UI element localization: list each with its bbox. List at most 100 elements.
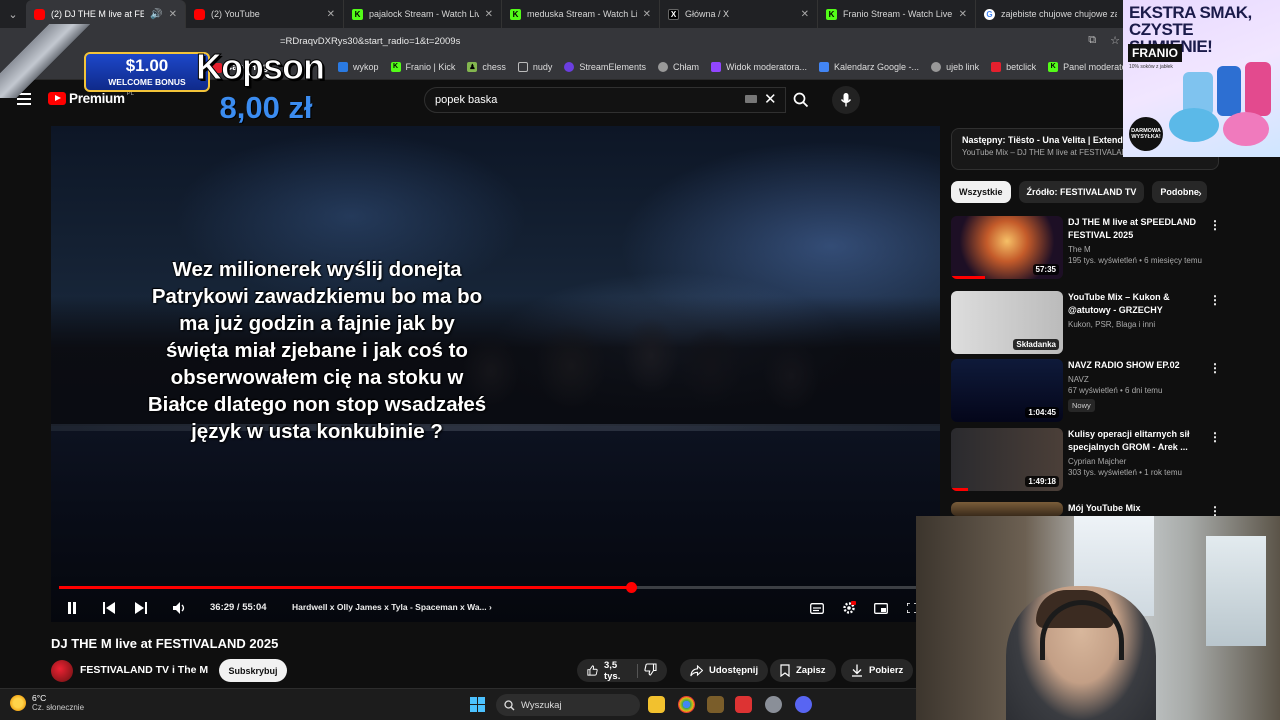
app-icon[interactable] (735, 696, 752, 713)
previous-icon (103, 602, 115, 614)
close-icon[interactable]: ✕ (959, 9, 967, 20)
close-icon[interactable]: ✕ (643, 9, 651, 20)
video-item-channel[interactable]: NAVZ (1068, 375, 1208, 384)
pause-button[interactable] (65, 600, 79, 616)
bookmark-item[interactable]: ♟ chess (467, 61, 506, 72)
video-item-channel[interactable]: Kukon, PSR, Blaga i inni (1068, 320, 1208, 329)
kick-icon: K (510, 8, 521, 20)
more-options-icon[interactable]: ⋮ (1209, 218, 1221, 232)
video-player[interactable]: Wez milionerek wyślij donejta Patrykowi … (51, 126, 940, 622)
progress-bar[interactable] (59, 582, 927, 593)
search-button[interactable] (786, 87, 816, 113)
bookmark-item[interactable]: betclick (991, 61, 1036, 72)
dislike-button[interactable] (644, 662, 657, 679)
bookmark-item[interactable]: Kalendarz Google -... (819, 61, 919, 72)
bookmark-item[interactable]: Widok moderatora... (710, 61, 807, 72)
file-explorer-icon[interactable] (648, 696, 665, 713)
cast-icon[interactable]: ⧉ (1088, 34, 1096, 47)
chevron-right-icon[interactable]: › (1198, 188, 1202, 200)
tab-label: (2) YouTube (211, 9, 260, 19)
clear-search-icon[interactable]: ✕ (764, 90, 777, 108)
previous-button[interactable] (102, 600, 116, 616)
close-icon[interactable]: ✕ (327, 9, 335, 20)
video-item-title[interactable]: DJ THE M live at SPEEDLAND FESTIVAL 2025 (1068, 216, 1208, 242)
ad-product (1169, 108, 1219, 142)
video-thumbnail[interactable]: Składanka (951, 291, 1063, 354)
voice-search-button[interactable] (832, 86, 860, 114)
video-item-channel[interactable]: The M (1068, 245, 1208, 254)
download-button[interactable]: Pobierz (841, 659, 914, 682)
next-button[interactable] (134, 600, 148, 616)
recommended-video[interactable]: 57:35 DJ THE M live at SPEEDLAND FESTIVA… (951, 216, 1251, 280)
search-input[interactable]: popek baska (424, 87, 786, 113)
twitch-icon (710, 61, 721, 72)
browser-tab[interactable]: K Franio Stream - Watch Live on ✕ (818, 0, 976, 28)
close-icon[interactable]: ✕ (169, 9, 177, 20)
progress-scrubber[interactable] (626, 582, 637, 593)
video-thumbnail[interactable]: 1:04:45 (951, 359, 1063, 422)
ad-brand: FRANIO (1128, 44, 1182, 62)
chip-source[interactable]: Źródło: FESTIVALAND TV (1018, 181, 1145, 203)
calendar-icon (819, 61, 829, 72)
channel-avatar[interactable] (51, 660, 73, 682)
video-item-title[interactable]: Kulisy operacji elitarnych sił specjalny… (1068, 428, 1208, 454)
miniplayer-icon (874, 602, 888, 614)
save-button[interactable]: Zapisz (770, 659, 836, 682)
recommended-video[interactable]: 1:04:45 NAVZ RADIO SHOW EP.02 NAVZ 67 wy… (951, 359, 1251, 423)
discord-icon[interactable] (795, 696, 812, 713)
video-meta: NAVZ RADIO SHOW EP.02 NAVZ 67 wyświetleń… (1068, 359, 1208, 413)
video-thumbnail[interactable]: 57:35 (951, 216, 1063, 279)
settings-button[interactable] (841, 600, 857, 616)
bookmark-item[interactable]: StreamElements (564, 61, 646, 72)
bookmark-item[interactable]: nudy (517, 61, 552, 72)
more-options-icon[interactable]: ⋮ (1209, 361, 1221, 375)
browser-tab[interactable]: K pajalock Stream - Watch Live o ✕ (344, 0, 502, 28)
ad-product (1245, 62, 1271, 116)
miniplayer-button[interactable] (873, 600, 889, 616)
chip-all[interactable]: Wszystkie (951, 181, 1011, 203)
tab-label: Główna / X (685, 9, 730, 19)
share-icon (690, 664, 703, 676)
weather-widget[interactable]: 6°C Cz. słonecznie (10, 693, 84, 712)
bookmark-item[interactable]: Chłam (657, 61, 699, 72)
thumbs-up-icon (587, 665, 598, 676)
share-button[interactable]: Udostępnij (680, 659, 769, 682)
video-thumbnail[interactable] (951, 502, 1063, 516)
keyboard-icon[interactable] (745, 95, 757, 103)
recommended-video[interactable]: Składanka YouTube Mix – Kukon & @atutowy… (951, 291, 1251, 355)
app-icon[interactable] (707, 696, 724, 713)
browser-tab[interactable]: X Główna / X ✕ (660, 0, 818, 28)
recommended-video[interactable]: 1:49:18 Kulisy operacji elitarnych sił s… (951, 428, 1251, 492)
volume-button[interactable] (172, 600, 188, 616)
url-text: =RDraqvDXRys30&start_radio=1&t=2009s (280, 35, 461, 47)
chapter-title[interactable]: Hardwell x Olly James x Tyla - Spaceman … (292, 602, 492, 612)
like-dislike-group: 3,5 tys. (577, 659, 667, 682)
close-icon[interactable]: ✕ (801, 9, 809, 20)
like-button[interactable]: 3,5 tys. (587, 660, 631, 682)
channel-name[interactable]: FESTIVALAND TV i The M (80, 664, 208, 676)
bookmark-item[interactable]: ujeb link (931, 61, 979, 72)
browser-tab[interactable]: G zajebiste chujowe chujowe zaje (976, 0, 1126, 28)
more-options-icon[interactable]: ⋮ (1209, 293, 1221, 307)
video-item-title[interactable]: YouTube Mix – Kukon & @atutowy - GRZECHY (1068, 291, 1208, 317)
settings-icon[interactable] (765, 696, 782, 713)
tab-label: zajebiste chujowe chujowe zaje (1001, 9, 1117, 19)
video-item-channel[interactable]: Cyprian Majcher (1068, 457, 1208, 466)
more-options-icon[interactable]: ⋮ (1209, 430, 1221, 444)
folder-icon (517, 61, 528, 72)
video-item-title[interactable]: NAVZ RADIO SHOW EP.02 (1068, 359, 1208, 372)
browser-tab[interactable]: K meduska Stream - Watch Live o ✕ (502, 0, 660, 28)
subscribe-button[interactable]: Subskrybuj (219, 659, 287, 682)
youtube-icon (34, 8, 45, 20)
subtitles-button[interactable] (809, 600, 825, 616)
close-icon[interactable]: ✕ (485, 9, 493, 20)
speaker-icon[interactable]: 🔊 (150, 9, 162, 20)
share-label: Udostępnij (709, 665, 759, 676)
bookmark-star-icon[interactable]: ☆ (1110, 34, 1120, 47)
windows-start-icon[interactable] (470, 697, 485, 712)
taskbar-search[interactable]: Wyszukaj (496, 694, 640, 716)
video-item-title[interactable]: Mój YouTube Mix (1068, 502, 1208, 515)
video-thumbnail[interactable]: 1:49:18 (951, 428, 1063, 491)
bookmark-item[interactable]: K Franio | Kick (390, 61, 455, 72)
chrome-icon[interactable] (678, 696, 695, 713)
